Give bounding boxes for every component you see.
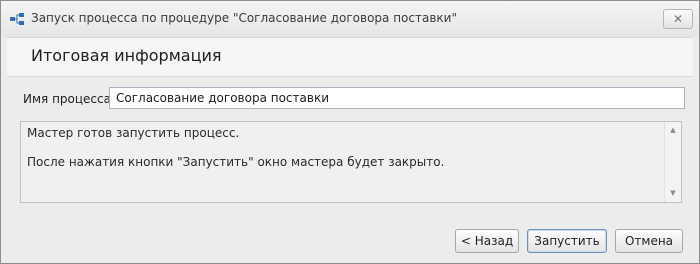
process-name-input[interactable] bbox=[109, 87, 685, 109]
page-title: Итоговая информация bbox=[31, 46, 222, 65]
title-bar[interactable]: Запуск процесса по процедуре "Согласован… bbox=[1, 1, 699, 37]
cancel-button[interactable]: Отмена bbox=[615, 229, 683, 253]
process-name-label: Имя процесса: bbox=[23, 92, 116, 106]
summary-text-area[interactable]: Мастер готов запустить процесс. После на… bbox=[20, 121, 682, 203]
wizard-window: Запуск процесса по процедуре "Согласован… bbox=[0, 0, 700, 264]
wizard-header: Итоговая информация bbox=[7, 37, 693, 77]
vertical-scrollbar[interactable]: ▲ ▼ bbox=[664, 122, 681, 202]
summary-line-ready: Мастер готов запустить процесс. bbox=[27, 126, 240, 140]
summary-line-close-note: После нажатия кнопки "Запустить" окно ма… bbox=[27, 155, 445, 169]
process-flow-icon bbox=[10, 13, 24, 25]
close-icon: ✕ bbox=[672, 12, 684, 26]
scroll-down-icon[interactable]: ▼ bbox=[665, 186, 681, 200]
close-button[interactable]: ✕ bbox=[663, 9, 693, 29]
back-button[interactable]: < Назад bbox=[455, 229, 519, 253]
scroll-up-icon[interactable]: ▲ bbox=[665, 123, 681, 137]
window-title: Запуск процесса по процедуре "Согласован… bbox=[31, 11, 457, 25]
start-button[interactable]: Запустить bbox=[527, 229, 607, 253]
